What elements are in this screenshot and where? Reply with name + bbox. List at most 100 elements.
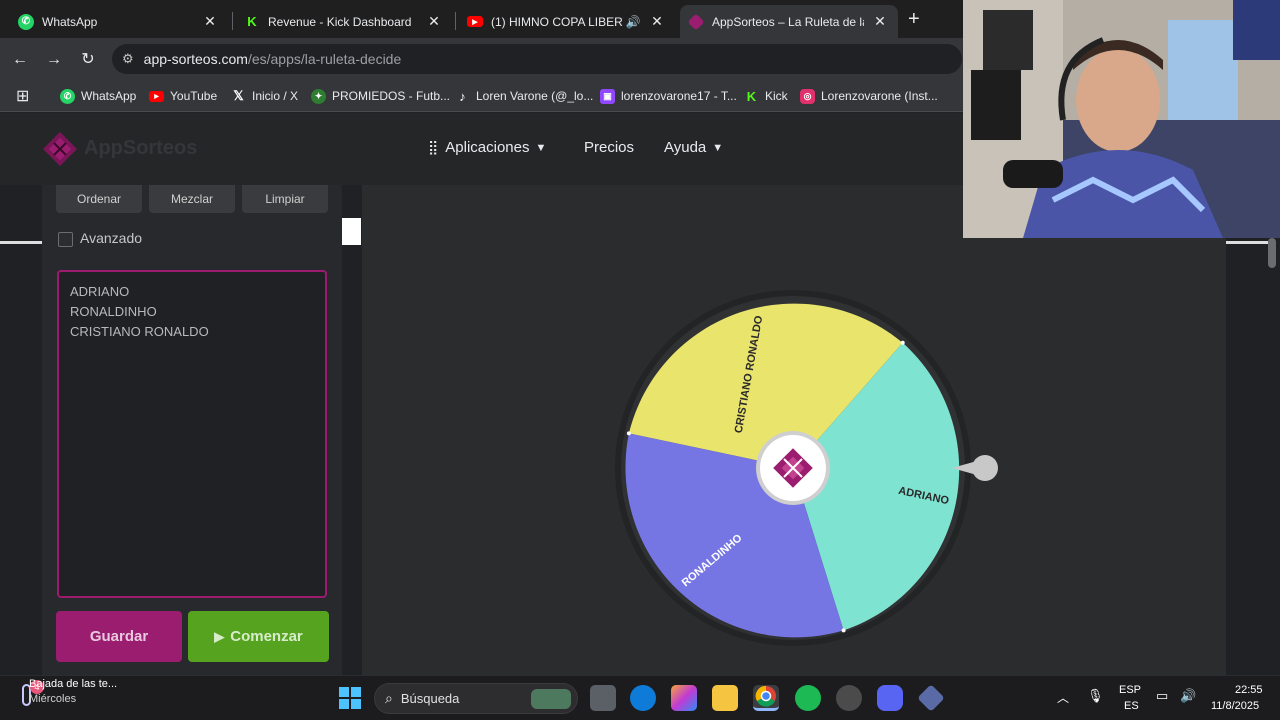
appsorteos-logo-icon[interactable] <box>42 131 78 167</box>
new-tab-button[interactable]: + <box>908 8 920 31</box>
bookmark-twitch[interactable]: ▣ lorenzovarone17 - T... <box>600 86 737 106</box>
tab-kick-dashboard[interactable]: K Revenue - Kick Dashboard ✕ <box>234 5 452 38</box>
copilot-icon[interactable] <box>671 685 697 711</box>
edge-icon[interactable] <box>630 685 656 711</box>
address-bar[interactable]: ⚙ app-sorteos.com /es/apps/la-ruleta-dec… <box>112 44 962 74</box>
twitch-icon: ▣ <box>600 88 615 104</box>
grid-icon: ⣿ <box>428 139 439 155</box>
task-view-icon[interactable] <box>590 685 616 711</box>
whatsapp-icon: ✆ <box>18 13 34 30</box>
shuffle-button[interactable]: Mezclar <box>149 185 235 213</box>
tab-himno-copa[interactable]: ▶ (1) HIMNO COPA LIBERTADO 🔊 ✕ <box>457 5 675 38</box>
clock-date[interactable]: 11/8/2025 <box>1211 700 1259 712</box>
obs-icon[interactable] <box>836 685 862 711</box>
kick-icon: K <box>746 88 757 104</box>
microphone-icon[interactable]: 🎙 <box>1087 688 1104 704</box>
kick-icon: K <box>244 13 260 30</box>
bookmark-x[interactable]: 𝕏 Inicio / X <box>231 86 298 106</box>
bookmark-tiktok[interactable]: ♪ Loren Varone (@_lo... <box>455 86 593 106</box>
tab-title: WhatsApp <box>42 14 98 29</box>
menu-precios[interactable]: Precios <box>584 139 634 156</box>
clock-time[interactable]: 22:55 <box>1235 684 1263 696</box>
advanced-label: Avanzado <box>80 230 143 246</box>
back-icon[interactable]: ← <box>8 48 32 72</box>
save-label: Guardar <box>89 628 149 645</box>
entry-line: ADRIANO <box>70 284 130 299</box>
tray-layout[interactable]: ES <box>1124 700 1139 712</box>
tab-whatsapp[interactable]: ✆ WhatsApp ✕ <box>8 5 228 38</box>
close-tab-icon[interactable]: ✕ <box>202 13 218 30</box>
weather-day: Miércoles <box>29 693 77 705</box>
sort-button[interactable]: Ordenar <box>56 185 142 213</box>
chevron-down-icon: ▼ <box>712 141 724 154</box>
app-icon[interactable] <box>917 684 945 712</box>
youtube-icon: ▶ <box>467 16 483 27</box>
entries-panel: Ordenar Mezclar Limpiar Avanzado ADRIANO… <box>42 185 342 675</box>
bookmark-label: Inicio / X <box>252 89 299 103</box>
discord-icon[interactable] <box>877 685 903 711</box>
bookmark-label: Kick <box>765 89 788 103</box>
bookmark-instagram[interactable]: ◎ Lorenzovarone (Inst... <box>800 86 938 106</box>
wheel-area: CRISTIANO RONALDO ADRIANO RONALDINHO <box>362 185 1226 675</box>
menu-ayuda[interactable]: Ayuda ▼ <box>664 139 723 156</box>
page-scrollbar[interactable] <box>1268 238 1276 268</box>
tab-title: Revenue - Kick Dashboard <box>268 14 412 29</box>
chevron-down-icon: ▼ <box>535 141 547 154</box>
bookmark-promiedos[interactable]: ✦ PROMIEDOS - Futb... <box>311 86 450 106</box>
save-button[interactable]: Guardar <box>56 611 182 662</box>
bookmark-whatsapp[interactable]: ✆ WhatsApp <box>60 86 136 106</box>
entry-line: CRISTIANO RONALDO <box>70 324 209 339</box>
tiktok-icon: ♪ <box>459 88 466 104</box>
logo-text[interactable]: AppSorteos <box>84 137 197 160</box>
windows-start-icon[interactable] <box>337 685 363 711</box>
taskbar-search[interactable]: ⌕ Búsqueda <box>374 683 578 714</box>
bookmark-youtube[interactable]: ▶ YouTube <box>149 86 217 106</box>
bookmark-kick[interactable]: K Kick <box>744 86 788 106</box>
entries-textarea[interactable]: ADRIANO RONALDINHO CRISTIANO RONALDO <box>57 270 327 598</box>
chrome-icon[interactable] <box>753 685 779 711</box>
forward-icon[interactable]: → <box>42 48 66 72</box>
menu-label: Aplicaciones <box>445 139 530 156</box>
weather-title: Bajada de las te... <box>29 678 118 690</box>
tab-title: (1) HIMNO COPA LIBERTADO <box>491 14 623 29</box>
search-placeholder: Búsqueda <box>400 691 460 706</box>
bookmark-label: YouTube <box>170 89 218 103</box>
tray-language[interactable]: ESP <box>1119 684 1141 696</box>
apps-grid-icon[interactable]: ⊞ <box>16 86 29 106</box>
clear-button[interactable]: Limpiar <box>242 185 328 213</box>
x-icon: 𝕏 <box>233 88 244 103</box>
advanced-checkbox[interactable] <box>58 232 73 247</box>
spotify-icon[interactable] <box>795 685 821 711</box>
menu-aplicaciones[interactable]: ⣿ Aplicaciones ▼ <box>428 139 546 156</box>
whatsapp-icon: ✆ <box>60 88 75 104</box>
bookmark-label: lorenzovarone17 - T... <box>621 89 737 103</box>
bookmark-label: WhatsApp <box>81 89 137 103</box>
url-path: /es/apps/la-ruleta-decide <box>247 51 402 67</box>
divider <box>1226 241 1268 244</box>
close-tab-icon[interactable]: ✕ <box>426 13 442 30</box>
network-icon[interactable]: ▭ <box>1156 688 1168 704</box>
close-tab-icon[interactable]: ✕ <box>872 13 888 30</box>
start-button[interactable]: ▶ Comenzar <box>188 611 329 662</box>
start-label: Comenzar <box>230 628 303 645</box>
url-host: app-sorteos.com <box>143 51 248 67</box>
speaker-icon[interactable]: 🔊 <box>625 15 641 29</box>
bookmark-label: PROMIEDOS - Futb... <box>332 89 451 103</box>
roulette-wheel[interactable]: CRISTIANO RONALDO ADRIANO RONALDINHO <box>362 185 1226 675</box>
volume-icon[interactable]: 🔊 <box>1180 688 1196 704</box>
tray-chevron-up-icon[interactable]: ︿ <box>1057 689 1069 706</box>
panel-toggle-tab[interactable] <box>342 218 361 245</box>
file-explorer-icon[interactable] <box>712 685 738 711</box>
entry-line: RONALDINHO <box>70 304 157 319</box>
tab-appsorteos[interactable]: AppSorteos – La Ruleta de la Su ✕ <box>680 5 898 38</box>
windows-taskbar: 4 Bajada de las te... Miércoles ⌕ Búsque… <box>0 675 1280 720</box>
bookmark-label: Lorenzovarone (Inst... <box>821 89 938 103</box>
tab-title: AppSorteos – La Ruleta de la Su <box>712 14 864 29</box>
site-info-icon[interactable]: ⚙ <box>122 51 134 67</box>
instagram-icon: ◎ <box>800 88 815 104</box>
search-highlight-icon <box>531 689 571 709</box>
close-tab-icon[interactable]: ✕ <box>649 13 665 30</box>
bookmark-label: Loren Varone (@_lo... <box>476 89 594 103</box>
menu-label: Precios <box>584 139 635 156</box>
reload-icon[interactable]: ↻ <box>76 48 100 72</box>
